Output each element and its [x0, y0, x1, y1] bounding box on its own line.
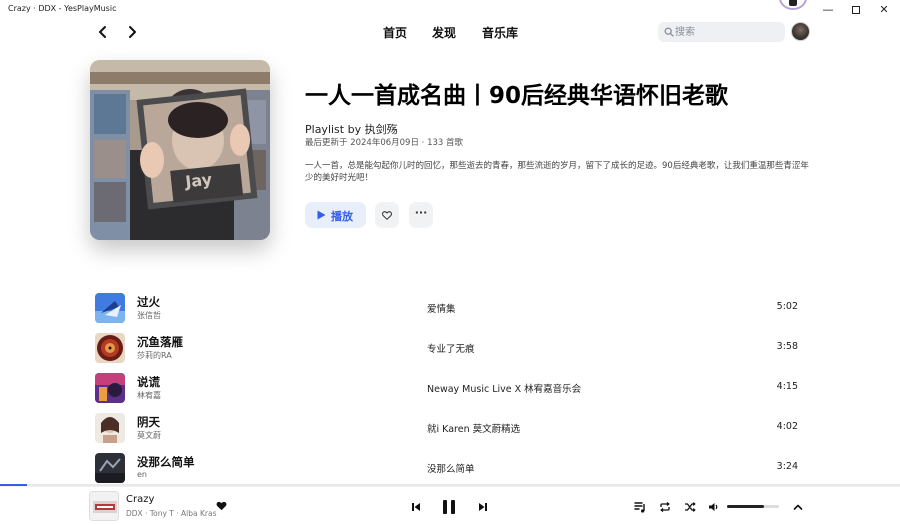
heart-filled-icon[interactable]: [216, 501, 227, 511]
minimize-button[interactable]: —: [818, 2, 838, 18]
playlist-cover-image: Jay: [90, 60, 270, 240]
play-icon: [317, 210, 326, 220]
track-artist[interactable]: 莫文蔚: [137, 430, 161, 441]
track-album[interactable]: 专业了无痕: [427, 341, 475, 355]
track-artist[interactable]: 林宥嘉: [137, 390, 161, 401]
repeat-icon[interactable]: [659, 501, 671, 513]
track-duration: 4:02: [776, 421, 798, 432]
like-playlist-button[interactable]: [375, 202, 399, 228]
track-duration: 5:02: [776, 301, 798, 312]
previous-track-icon[interactable]: [410, 501, 422, 513]
track-row[interactable]: 没那么简单 en 没那么简单 3:24: [90, 450, 810, 486]
nav-explore[interactable]: 发现: [432, 24, 456, 41]
next-track-icon[interactable]: [477, 501, 489, 513]
track-duration: 3:58: [776, 341, 798, 352]
search-box[interactable]: [658, 22, 785, 42]
track-duration: 4:15: [776, 381, 798, 392]
track-row[interactable]: 阴天 莫文蔚 就i Karen 莫文蔚精选 4:02: [90, 410, 810, 446]
track-album[interactable]: 就i Karen 莫文蔚精选: [427, 421, 520, 435]
track-artist[interactable]: 莎莉的RA: [137, 350, 172, 361]
track-cover-image: [95, 333, 125, 363]
track-row[interactable]: 说谎 林宥嘉 Neway Music Live X 林宥嘉音乐会 4:15: [90, 370, 810, 406]
forward-button[interactable]: [124, 24, 140, 40]
track-cover-image: [95, 453, 125, 483]
heart-outline-icon: [382, 211, 392, 220]
more-options-button[interactable]: ···: [409, 202, 433, 228]
volume-icon[interactable]: [708, 501, 720, 513]
window-titlebar: Crazy · DDX - YesPlayMusic — ✕: [0, 0, 900, 20]
back-button[interactable]: [95, 24, 111, 40]
track-artist[interactable]: en: [137, 470, 147, 479]
volume-slider-fill: [727, 505, 765, 508]
search-icon: [664, 27, 674, 37]
track-title: 阴天: [137, 415, 160, 429]
now-playing-cover-image[interactable]: [89, 491, 119, 521]
track-artist[interactable]: 张信哲: [137, 310, 161, 321]
maximize-button[interactable]: [846, 2, 866, 18]
playlist-creator[interactable]: Playlist by 执剑殇: [305, 121, 398, 137]
volume-slider[interactable]: [727, 505, 779, 508]
track-cover-image: [95, 373, 125, 403]
track-row[interactable]: 沉鱼落雁 莎莉的RA 专业了无痕 3:58: [90, 330, 810, 366]
now-playing-title[interactable]: Crazy: [126, 494, 154, 505]
play-playlist-button[interactable]: 播放: [305, 202, 366, 228]
track-row[interactable]: 过火 张信哲 爱情集 5:02: [90, 290, 810, 326]
track-title: 沉鱼落雁: [137, 335, 183, 349]
pause-icon[interactable]: [441, 498, 457, 516]
track-title: 没那么简单: [137, 455, 195, 469]
chevron-right-icon: [129, 26, 136, 38]
play-button-label: 播放: [331, 210, 353, 223]
floating-avatar-icon: [779, 0, 807, 10]
player-bar: Crazy DDX · Tony T · Alba Kras: [0, 486, 900, 525]
chevron-up-icon[interactable]: [792, 501, 804, 513]
chevron-left-icon: [99, 26, 106, 38]
track-album[interactable]: Neway Music Live X 林宥嘉音乐会: [427, 381, 581, 395]
svg-text:Jay: Jay: [183, 170, 213, 192]
nav-library[interactable]: 音乐库: [482, 24, 518, 41]
search-input[interactable]: [675, 24, 779, 40]
track-title: 过火: [137, 295, 160, 309]
track-duration: 3:24: [776, 461, 798, 472]
track-album[interactable]: 爱情集: [427, 301, 456, 315]
now-playing-artist[interactable]: DDX · Tony T · Alba Kras: [126, 509, 217, 518]
close-button[interactable]: ✕: [874, 2, 894, 18]
track-cover-image: [95, 413, 125, 443]
nav-home[interactable]: 首页: [383, 24, 407, 41]
queue-list-icon[interactable]: [634, 501, 646, 513]
playlist-meta: 最后更新于 2024年06月09日 · 133 首歌: [305, 138, 463, 148]
playlist-title: 一人一首成名曲丨90后经典华语怀旧老歌: [305, 83, 729, 109]
playlist-description[interactable]: 一人一首，总是能勾起你儿时的回忆，那些逝去的青春，那些流逝的岁月，留下了成长的足…: [305, 160, 813, 184]
track-cover-image: [95, 293, 125, 323]
window-title: Crazy · DDX - YesPlayMusic: [8, 4, 117, 13]
shuffle-icon[interactable]: [684, 501, 696, 513]
track-title: 说谎: [137, 375, 160, 389]
user-avatar[interactable]: [791, 22, 810, 41]
track-album[interactable]: 没那么简单: [427, 461, 475, 475]
